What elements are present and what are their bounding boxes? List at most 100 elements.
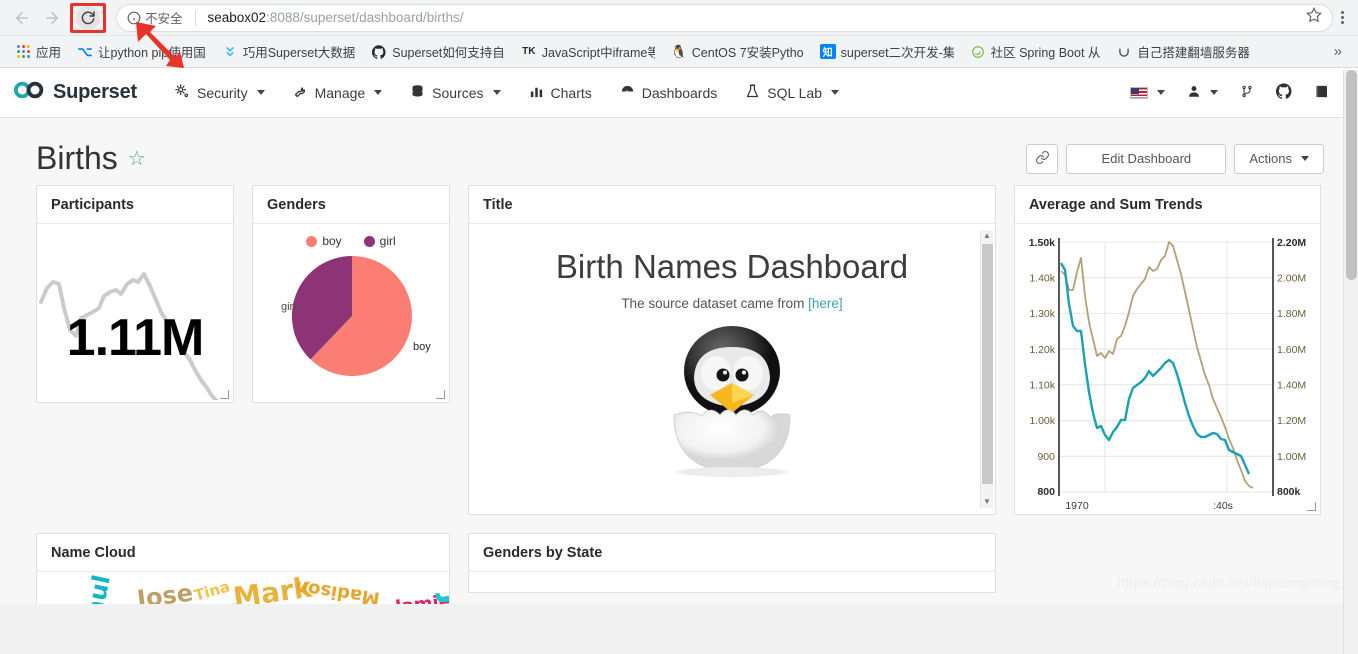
bookmark-apps[interactable]: 应用: [8, 39, 68, 64]
nav-item-sql-lab[interactable]: SQL Lab: [733, 78, 851, 108]
reload-button-highlight: [70, 3, 106, 33]
legend-item-boy[interactable]: boy: [306, 234, 341, 248]
kebab-menu-icon[interactable]: [1335, 11, 1350, 24]
bookmark-javascript-iframe[interactable]: TK JavaScript中iframe等: [514, 39, 662, 64]
nav-item-manage[interactable]: Manage: [281, 78, 395, 108]
apps-grid-icon: [15, 44, 31, 60]
browser-toolbar: 不安全 seabox02:8088/superset/dashboard/bir…: [0, 0, 1358, 36]
chevron-down-icon: [1157, 90, 1165, 95]
zhihu-icon: 知: [820, 44, 836, 59]
chevron-down-icon: [374, 90, 382, 95]
address-bar[interactable]: 不安全 seabox02:8088/superset/dashboard/bir…: [116, 4, 1333, 32]
link-chain-icon: [1035, 150, 1050, 168]
omnibox-divider: [195, 10, 196, 26]
legend-item-girl[interactable]: girl: [364, 234, 396, 248]
navbar-right: [1122, 77, 1344, 108]
github-link[interactable]: [1268, 77, 1300, 108]
bookmark-label: 社区 Spring Boot 从: [991, 42, 1101, 61]
zhihu-answer-icon: ⌥: [77, 44, 93, 60]
resize-handle[interactable]: [436, 390, 445, 399]
watermark-text: https://blog.csdn.net/tiancongcong: [1117, 574, 1340, 590]
scroll-up-icon[interactable]: ▲: [983, 230, 991, 242]
pie-legend: boy girl: [253, 224, 449, 248]
scroll-down-icon[interactable]: ▼: [983, 496, 991, 508]
url-text: seabox02:8088/superset/dashboard/births/: [208, 10, 464, 25]
security-label: 不安全: [145, 8, 183, 27]
resize-handle[interactable]: [220, 390, 229, 399]
bookmark-star-icon[interactable]: [1306, 7, 1322, 28]
markdown-scrollbar[interactable]: ▲ ▼: [980, 230, 993, 508]
chart-card-name-cloud[interactable]: Name Cloud Paul Jose Tina Mark Madison J…: [36, 533, 450, 604]
card-title-title: Title: [469, 186, 995, 224]
chevron-down-icon: [1301, 156, 1309, 161]
documentation-link[interactable]: [1306, 78, 1338, 108]
nav-item-dashboards[interactable]: Dashboards: [608, 78, 730, 108]
svg-text:1.40M: 1.40M: [1277, 380, 1306, 392]
markdown-subtitle: The source dataset came from [here]: [469, 296, 995, 311]
superset-brand[interactable]: Superset: [14, 81, 137, 104]
chart-card-genders[interactable]: Genders boy girl: [252, 185, 450, 403]
svg-text:1970: 1970: [1065, 500, 1089, 512]
navbar-menu: Security Manage Sources: [163, 78, 851, 108]
back-arrow-icon[interactable]: [8, 4, 36, 32]
resize-handle[interactable]: [1307, 502, 1316, 511]
bookmark-superset-dev[interactable]: 知 superset二次开发-集: [813, 39, 961, 64]
github-icon: [1276, 83, 1292, 102]
page-scrollbar-thumb[interactable]: [1346, 70, 1357, 280]
bar-chart-icon: [529, 84, 544, 102]
chevron-down-icon: [1210, 90, 1218, 95]
pie-label-boy: boy: [413, 341, 431, 353]
bookmarks-overflow-button[interactable]: »: [1326, 43, 1350, 60]
markdown-subtitle-text: The source dataset came from: [621, 296, 808, 311]
version-link[interactable]: [1232, 78, 1262, 108]
svg-text:1.00k: 1.00k: [1029, 415, 1055, 427]
svg-text:1.60M: 1.60M: [1277, 344, 1306, 356]
book-icon: [1314, 84, 1330, 102]
user-menu[interactable]: [1179, 78, 1226, 108]
chart-card-title[interactable]: Title Birth Names Dashboard The source d…: [468, 185, 996, 515]
language-selector[interactable]: [1122, 81, 1173, 105]
bookmark-superset-support[interactable]: Superset如何支持自: [364, 39, 512, 64]
bookmark-superset-bigdata[interactable]: 巧用Superset大数据: [215, 39, 363, 64]
word-cloud-item[interactable]: Paul: [76, 573, 116, 604]
svg-text:800: 800: [1037, 486, 1055, 498]
actions-dropdown-button[interactable]: Actions: [1234, 144, 1324, 174]
bookmark-spring-boot[interactable]: 社区 Spring Boot 从: [963, 39, 1108, 64]
reload-icon[interactable]: [76, 6, 100, 30]
bookmark-python-pip[interactable]: ⌥ 让python pip使用国: [70, 39, 213, 64]
share-link-button[interactable]: [1026, 144, 1058, 174]
chart-card-participants[interactable]: Participants 1.11M: [36, 185, 234, 403]
bookmark-label: superset二次开发-集: [841, 42, 954, 61]
nav-item-security[interactable]: Security: [163, 78, 277, 108]
chart-card-trends[interactable]: Average and Sum Trends: [1014, 185, 1321, 515]
dashboard-row-2: Name Cloud Paul Jose Tina Mark Madison J…: [36, 515, 1324, 604]
svg-text:1.20k: 1.20k: [1029, 344, 1055, 356]
scrollbar-thumb[interactable]: [982, 244, 993, 484]
nav-item-label: Security: [197, 85, 248, 101]
bookmark-centos-python[interactable]: 🐧 CentOS 7安装Pytho: [664, 39, 811, 64]
card-title-genders-by-state: Genders by State: [469, 534, 995, 572]
source-dataset-link[interactable]: [here]: [808, 296, 843, 311]
edit-dashboard-button[interactable]: Edit Dashboard: [1066, 144, 1226, 174]
page-scrollbar[interactable]: [1343, 70, 1358, 654]
nav-item-label: Dashboards: [642, 85, 718, 101]
nav-item-label: Sources: [432, 85, 483, 101]
svg-text:1.40k: 1.40k: [1029, 273, 1055, 285]
dashboard-icon: [620, 84, 635, 102]
penguin-image-wrapper: [469, 317, 995, 477]
nav-item-charts[interactable]: Charts: [517, 78, 604, 108]
nav-item-sources[interactable]: Sources: [398, 78, 512, 108]
bookmark-vpn-server[interactable]: 自己搭建翻墙服务器: [1109, 39, 1257, 64]
chart-card-genders-by-state[interactable]: Genders by State: [468, 533, 996, 593]
site-security-chip[interactable]: 不安全: [127, 8, 183, 27]
star-outline-icon[interactable]: ☆: [128, 146, 146, 171]
participants-value: 1.11M: [37, 308, 233, 368]
penguin-icon: 🐧: [671, 44, 687, 60]
forward-arrow-icon[interactable]: [38, 4, 66, 32]
browser-window: 不安全 seabox02:8088/superset/dashboard/bir…: [0, 0, 1358, 654]
nav-item-label: SQL Lab: [767, 85, 822, 101]
legend-swatch-girl: [364, 236, 375, 247]
superset-infinity-logo: [14, 81, 44, 104]
chevron-down-icon: [257, 90, 265, 95]
bookmark-label: 巧用Superset大数据: [243, 42, 356, 61]
